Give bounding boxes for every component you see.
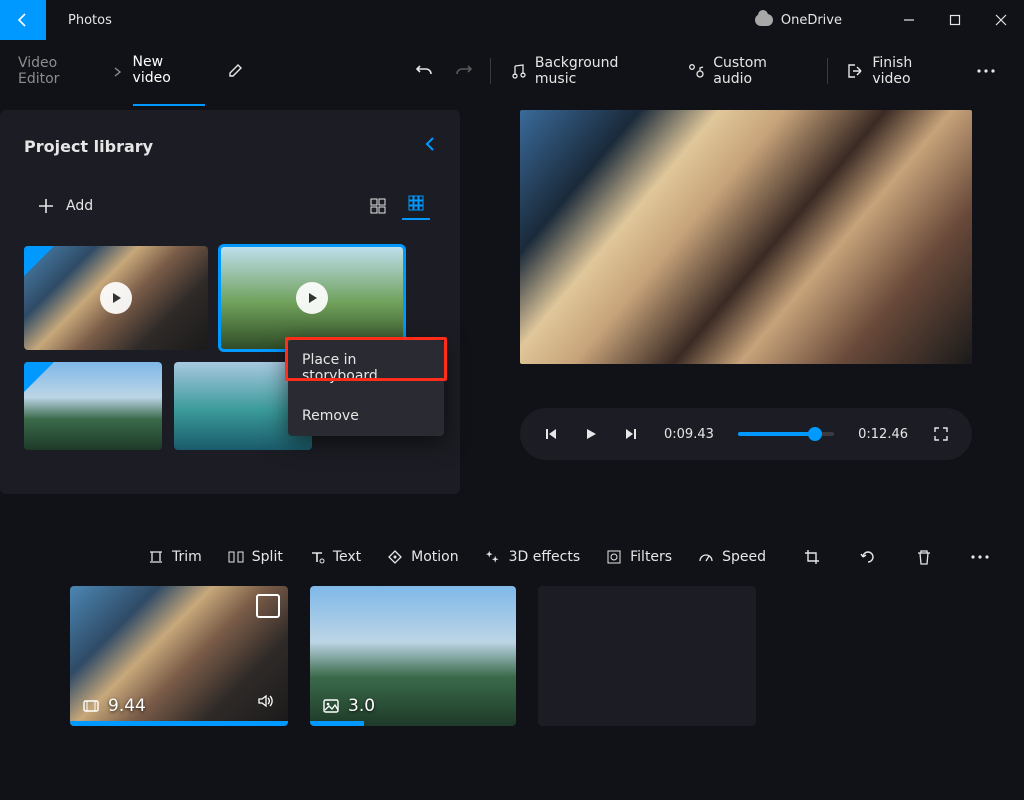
more-button[interactable]: [966, 51, 1006, 91]
library-item[interactable]: [24, 362, 162, 450]
storyboard-more-button[interactable]: [960, 538, 1000, 576]
delete-button[interactable]: [904, 538, 944, 576]
rename-button[interactable]: [227, 62, 245, 80]
seek-fill: [738, 432, 810, 436]
motion-icon: [387, 549, 403, 565]
music-icon: [509, 62, 527, 80]
project-library-panel: Project library Add: [0, 110, 460, 494]
background-music-button[interactable]: Background music: [497, 51, 675, 91]
storyboard-clip[interactable]: 9.44: [70, 586, 288, 726]
seek-knob[interactable]: [808, 427, 822, 441]
used-flag-icon: [24, 362, 54, 392]
video-icon: [82, 697, 100, 715]
playback-controls: 0:09.43 0:12.46: [520, 408, 972, 460]
export-icon: [846, 62, 864, 80]
chevron-right-icon: [113, 62, 123, 81]
motion-button[interactable]: Motion: [375, 538, 470, 576]
onedrive-status[interactable]: OneDrive: [755, 13, 842, 28]
filters-button[interactable]: Filters: [594, 538, 684, 576]
play-icon: [100, 282, 132, 314]
speed-button[interactable]: Speed: [686, 538, 778, 576]
storyboard-empty-slot[interactable]: [538, 586, 756, 726]
context-menu: Place in storyboard Remove: [288, 340, 444, 436]
command-bar: Video Editor New video Background music …: [0, 40, 1024, 102]
preview-pane: 0:09.43 0:12.46: [460, 110, 1024, 494]
custom-audio-button[interactable]: Custom audio: [675, 51, 821, 91]
add-media-button[interactable]: Add: [24, 198, 93, 214]
redo-button[interactable]: [444, 51, 484, 91]
preview-frame[interactable]: [520, 110, 972, 364]
context-menu-place-in-storyboard[interactable]: Place in storyboard: [288, 340, 444, 396]
trim-icon: [148, 549, 164, 565]
undo-button[interactable]: [404, 51, 444, 91]
trim-button[interactable]: Trim: [136, 538, 214, 576]
back-button[interactable]: [0, 0, 46, 40]
split-icon: [228, 549, 244, 565]
grid-small-view-button[interactable]: [402, 192, 430, 220]
library-title: Project library: [24, 137, 153, 156]
text-icon: [309, 549, 325, 565]
preview-image: [520, 110, 972, 364]
audio-settings-icon: [687, 62, 705, 80]
total-time: 0:12.46: [858, 427, 908, 442]
clip-progress: [310, 721, 364, 726]
rotate-button[interactable]: [848, 538, 888, 576]
app-title: Photos: [46, 13, 112, 28]
cloud-icon: [755, 14, 773, 26]
used-flag-icon: [24, 246, 54, 276]
speed-icon: [698, 549, 714, 565]
seek-bar[interactable]: [738, 432, 834, 436]
minimize-button[interactable]: [886, 0, 932, 40]
breadcrumb[interactable]: Video Editor: [18, 55, 103, 87]
clip-duration: 9.44: [108, 696, 146, 716]
onedrive-label: OneDrive: [781, 13, 842, 28]
separator: [490, 58, 491, 84]
image-icon: [322, 697, 340, 715]
text-button[interactable]: Text: [297, 538, 373, 576]
volume-button[interactable]: [256, 692, 274, 714]
finish-video-button[interactable]: Finish video: [834, 51, 966, 91]
fullscreen-button[interactable]: [928, 427, 954, 441]
library-item[interactable]: [24, 246, 208, 350]
next-frame-button[interactable]: [618, 427, 644, 441]
close-button[interactable]: [978, 0, 1024, 40]
maximize-button[interactable]: [932, 0, 978, 40]
separator: [827, 58, 828, 84]
3d-effects-button[interactable]: 3D effects: [473, 538, 593, 576]
filters-icon: [606, 549, 622, 565]
clip-duration: 3.0: [348, 696, 375, 716]
library-item[interactable]: [220, 246, 404, 350]
collapse-library-button[interactable]: [424, 136, 436, 156]
current-time: 0:09.43: [664, 427, 714, 442]
play-button[interactable]: [578, 427, 604, 441]
sparkle-icon: [485, 549, 501, 565]
title-bar: Photos OneDrive: [0, 0, 1024, 40]
prev-frame-button[interactable]: [538, 427, 564, 441]
grid-large-view-button[interactable]: [364, 192, 392, 220]
storyboard-toolbar: Trim Split Text Motion 3D effects Filter…: [0, 528, 1024, 586]
clip-progress: [70, 721, 288, 726]
plus-icon: [38, 198, 54, 214]
split-button[interactable]: Split: [216, 538, 295, 576]
context-menu-remove[interactable]: Remove: [288, 396, 444, 436]
play-icon: [296, 282, 328, 314]
project-name[interactable]: New video: [133, 54, 206, 106]
crop-button[interactable]: [792, 538, 832, 576]
storyboard-clip[interactable]: 3.0: [310, 586, 516, 726]
selection-checkbox[interactable]: [256, 594, 280, 618]
storyboard: 9.44 3.0: [0, 586, 1024, 726]
